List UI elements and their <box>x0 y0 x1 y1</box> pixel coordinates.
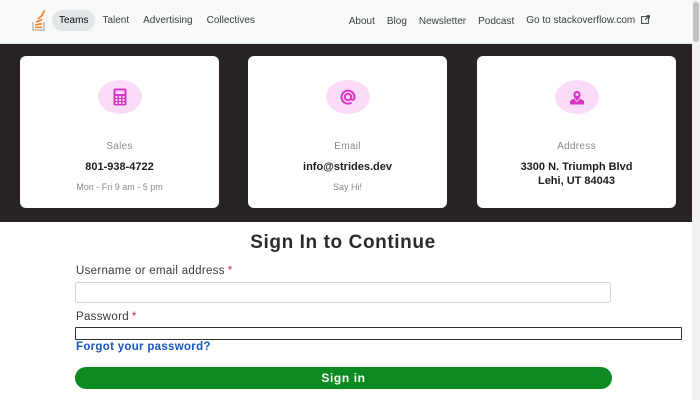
nav-link-podcast[interactable]: Podcast <box>472 11 520 32</box>
external-link-icon <box>641 15 650 27</box>
sales-card: Sales 801-938-4722 Mon - Fri 9 am - 5 pm <box>20 56 219 208</box>
page-scrollbar[interactable] <box>692 0 700 400</box>
address-street: 3300 N. Triumph Blvd <box>520 161 633 173</box>
nav-link-advertising[interactable]: Advertising <box>136 10 199 31</box>
secondary-nav: About Blog Newsletter Podcast Go to stac… <box>343 10 656 32</box>
required-marker: * <box>227 265 233 277</box>
nav-link-collectives[interactable]: Collectives <box>200 10 262 31</box>
username-label-text: Username or email address <box>76 265 225 277</box>
address-city: Lehi, UT 84043 <box>537 175 616 187</box>
map-pin-icon <box>554 80 599 114</box>
nav-link-newsletter[interactable]: Newsletter <box>413 11 472 32</box>
address-label: Address <box>557 141 596 152</box>
nav-link-talent[interactable]: Talent <box>95 10 136 31</box>
password-label: Password * <box>76 311 137 323</box>
email-label: Email <box>334 141 361 152</box>
nav-link-about[interactable]: About <box>343 11 381 32</box>
sales-hours: Mon - Fri 9 am - 5 pm <box>76 182 163 192</box>
required-marker: * <box>131 311 137 323</box>
signin-button[interactable]: Sign in <box>75 367 612 389</box>
email-tagline: Say Hi! <box>332 182 362 192</box>
sales-phone[interactable]: 801-938-4722 <box>20 160 219 174</box>
username-label: Username or email address * <box>76 265 233 277</box>
scrollbar-thumb[interactable] <box>693 2 699 42</box>
email-card: Email info@strides.dev Say Hi! <box>248 56 447 208</box>
password-label-text: Password <box>76 311 129 323</box>
calculator-icon <box>97 80 142 114</box>
at-sign-icon <box>325 80 370 114</box>
contact-info-band: Sales 801-938-4722 Mon - Fri 9 am - 5 pm… <box>0 44 692 222</box>
nav-link-blog[interactable]: Blog <box>381 11 413 32</box>
username-input[interactable] <box>75 282 611 303</box>
nav-link-teams[interactable]: Teams <box>52 10 96 31</box>
email-address[interactable]: info@strides.dev <box>248 160 447 174</box>
address-card: Address 3300 N. Triumph Blvd Lehi, UT 84… <box>477 56 676 208</box>
nav-link-go-to-stackoverflow[interactable]: Go to stackoverflow.com <box>520 10 656 32</box>
go-to-stackoverflow-label: Go to stackoverflow.com <box>526 15 636 26</box>
sales-label: Sales <box>106 141 133 152</box>
address-value: 3300 N. Triumph Blvd Lehi, UT 84043 <box>477 160 676 188</box>
password-input[interactable] <box>75 327 682 340</box>
signin-title: Sign In to Continue <box>250 232 436 253</box>
stackoverflow-logo-icon[interactable] <box>31 8 47 32</box>
forgot-password-link[interactable]: Forgot your password? <box>76 341 211 353</box>
top-navigation-bar: Teams Talent Advertising Collectives Abo… <box>0 0 700 44</box>
primary-nav: Teams Talent Advertising Collectives <box>52 10 262 31</box>
